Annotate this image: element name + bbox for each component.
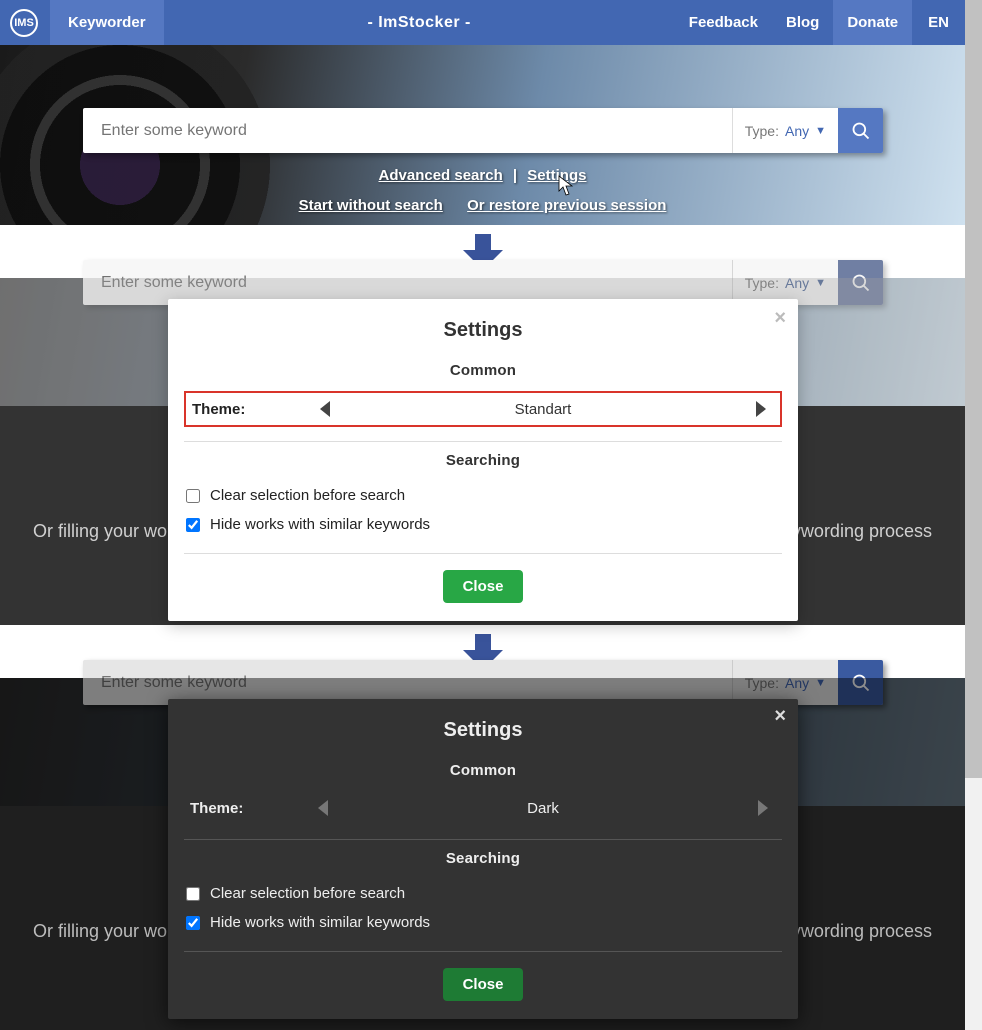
close-icon[interactable]: ×	[774, 307, 786, 330]
type-value: Any	[785, 675, 809, 691]
divider	[184, 951, 782, 952]
divider	[184, 441, 782, 442]
settings-link[interactable]: Settings	[527, 167, 586, 184]
nav-feedback-link[interactable]: Feedback	[675, 0, 772, 45]
settings-modal-light: × Settings Common Theme: Standart Search…	[168, 299, 798, 621]
start-without-search-link[interactable]: Start without search	[299, 197, 443, 214]
search-button[interactable]	[838, 108, 883, 153]
nav-donate-button[interactable]: Donate	[833, 0, 912, 45]
panel-settings-dark: Type: Any ▼ Or filling your wor eywordin…	[0, 678, 965, 1030]
opt-hide-checkbox[interactable]	[186, 518, 200, 532]
opt-hide-row[interactable]: Hide works with similar keywords	[184, 908, 782, 937]
opt-clear-label: Clear selection before search	[210, 885, 405, 902]
close-button[interactable]: Close	[443, 570, 524, 603]
opt-hide-label: Hide works with similar keywords	[210, 914, 430, 931]
type-label: Type:	[745, 275, 779, 291]
type-value: Any	[785, 275, 809, 291]
opt-clear-label: Clear selection before search	[210, 487, 405, 504]
search-icon	[851, 273, 871, 293]
theme-picker: Dark	[310, 800, 776, 817]
theme-picker: Standart	[312, 401, 774, 418]
nav-language-button[interactable]: EN	[912, 0, 965, 45]
theme-next-icon[interactable]	[756, 401, 766, 417]
search-bar: Type: Any ▼	[83, 108, 883, 153]
theme-value: Dark	[527, 800, 559, 817]
type-value: Any	[785, 123, 809, 139]
navbar: IMS Keyworder - ImStocker - Feedback Blo…	[0, 0, 965, 45]
theme-row-highlighted: Theme: Standart	[184, 391, 782, 427]
section-searching: Searching	[184, 850, 782, 867]
restore-session-link[interactable]: Or restore previous session	[467, 197, 666, 214]
advanced-search-link[interactable]: Advanced search	[379, 167, 503, 184]
theme-prev-icon[interactable]	[320, 401, 330, 417]
logo-icon[interactable]: IMS	[10, 9, 38, 37]
mouse-cursor-icon	[558, 175, 576, 197]
opt-hide-checkbox[interactable]	[186, 916, 200, 930]
nav-keyworder-button[interactable]: Keyworder	[50, 0, 164, 45]
type-dropdown[interactable]: Type: Any ▼	[732, 108, 838, 153]
opt-hide-row[interactable]: Hide works with similar keywords	[184, 510, 782, 539]
close-icon[interactable]: ×	[774, 705, 786, 728]
opt-clear-row[interactable]: Clear selection before search	[184, 481, 782, 510]
bg-text-right: eywording process	[782, 921, 932, 942]
divider	[184, 553, 782, 554]
search-input[interactable]	[83, 274, 732, 292]
panel-top: IMS Keyworder - ImStocker - Feedback Blo…	[0, 0, 965, 225]
section-common: Common	[184, 762, 782, 779]
modal-title: Settings	[184, 319, 782, 342]
opt-clear-row[interactable]: Clear selection before search	[184, 879, 782, 908]
settings-modal-dark: × Settings Common Theme: Dark Searching …	[168, 699, 798, 1019]
theme-next-icon[interactable]	[758, 800, 768, 816]
opt-clear-checkbox[interactable]	[186, 887, 200, 901]
separator: |	[513, 167, 517, 184]
theme-row: Theme: Dark	[184, 791, 782, 825]
scrollbar-thumb[interactable]	[965, 0, 982, 778]
type-label: Type:	[745, 675, 779, 691]
search-icon	[851, 673, 871, 693]
app-title: - ImStocker -	[164, 14, 675, 32]
type-label: Type:	[745, 123, 779, 139]
section-common: Common	[184, 362, 782, 379]
chevron-down-icon: ▼	[815, 125, 826, 137]
hero-links-row-2: Start without search Or restore previous…	[0, 197, 965, 214]
search-input[interactable]	[83, 122, 732, 140]
modal-title: Settings	[184, 719, 782, 742]
search-button[interactable]	[838, 660, 883, 705]
close-button[interactable]: Close	[443, 968, 524, 1001]
chevron-down-icon: ▼	[815, 277, 826, 289]
search-input[interactable]	[83, 674, 732, 692]
nav-blog-link[interactable]: Blog	[772, 0, 833, 45]
theme-label: Theme:	[192, 401, 312, 418]
search-icon	[851, 121, 871, 141]
theme-value: Standart	[515, 401, 572, 418]
panel-settings-light: Type: Any ▼ Or filling your wor eywordin…	[0, 278, 965, 625]
opt-clear-checkbox[interactable]	[186, 489, 200, 503]
theme-prev-icon[interactable]	[318, 800, 328, 816]
bg-text-right: eywording process	[782, 521, 932, 542]
search-button[interactable]	[838, 260, 883, 305]
hero-banner: Type: Any ▼ Advanced search | Settings S…	[0, 45, 965, 225]
bg-text-left: Or filling your wor	[33, 921, 173, 942]
theme-label: Theme:	[190, 800, 310, 817]
hero-links-row-1: Advanced search | Settings	[0, 167, 965, 184]
section-searching: Searching	[184, 452, 782, 469]
chevron-down-icon: ▼	[815, 677, 826, 689]
bg-text-left: Or filling your wor	[33, 521, 173, 542]
opt-hide-label: Hide works with similar keywords	[210, 516, 430, 533]
divider	[184, 839, 782, 840]
